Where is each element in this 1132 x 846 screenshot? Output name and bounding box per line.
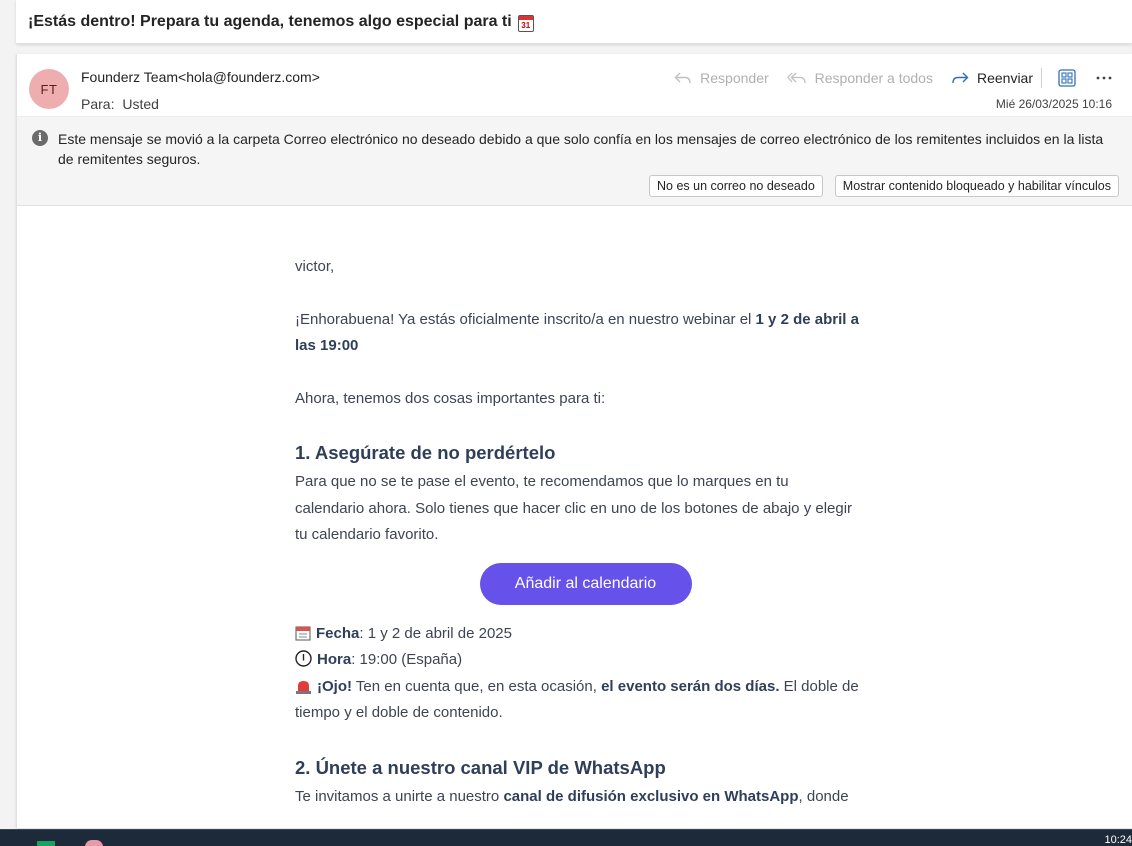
apps-button[interactable] xyxy=(1058,69,1076,87)
greeting: victor, xyxy=(295,258,335,275)
reply-button[interactable]: Responder xyxy=(674,70,769,86)
more-actions-button[interactable] xyxy=(1096,76,1112,80)
junk-banner-actions: No es un correo no deseado Mostrar conte… xyxy=(637,175,1119,197)
date-line: Fecha: 1 y 2 de abril de 2025 xyxy=(295,621,860,648)
forward-icon xyxy=(952,72,969,84)
show-blocked-content-button[interactable]: Mostrar contenido bloqueado y habilitar … xyxy=(834,175,1119,197)
junk-info-banner: i Este mensaje se movió a la carpeta Cor… xyxy=(17,116,1132,206)
toolbar-divider xyxy=(1041,68,1042,88)
paragraph-whatsapp: Te invitamos a unirte a nuestro canal de… xyxy=(295,787,849,805)
siren-icon xyxy=(296,680,311,694)
reply-all-icon xyxy=(786,72,806,84)
section-heading-1: 1. Asegúrate de no perdértelo xyxy=(295,442,556,463)
message-date: Mié 26/03/2025 10:16 xyxy=(995,97,1112,111)
paragraph-calendar: Para que no se te pase el evento, te rec… xyxy=(295,473,853,543)
reply-icon xyxy=(674,72,691,84)
to-label: Para: xyxy=(81,96,115,112)
taskbar-clock[interactable]: 10:24 xyxy=(1104,834,1132,846)
excel-app-icon[interactable] xyxy=(37,841,55,846)
apps-grid-icon xyxy=(1058,69,1076,87)
message-body: victor, ¡Enhorabuena! Ya estás oficialme… xyxy=(295,254,860,810)
paragraph-intro: Ahora, tenemos dos cosas importantes par… xyxy=(295,389,606,407)
sender-name[interactable]: Founderz Team<hola@founderz.com> xyxy=(81,69,320,85)
reply-all-button[interactable]: Responder a todos xyxy=(786,70,933,86)
cta-wrapper: Añadir al calendario xyxy=(295,562,860,605)
message-header: FT Founderz Team<hola@founderz.com> Para… xyxy=(17,54,1132,116)
recipient-line: Para: Usted xyxy=(81,96,159,112)
junk-banner-text: Este mensaje se movió a la carpeta Corre… xyxy=(58,131,1104,167)
not-junk-button[interactable]: No es un correo no deseado xyxy=(649,175,823,197)
calendar-icon xyxy=(295,626,311,640)
subject-bar: ¡Estás dentro! Prepara tu agenda, tenemo… xyxy=(16,0,1132,44)
email-subject: ¡Estás dentro! Prepara tu agenda, tenemo… xyxy=(28,12,512,30)
warning-line: ¡Ojo! Ten en cuenta que, en esta ocasión… xyxy=(295,677,859,722)
taskbar: 10:24 xyxy=(0,829,1132,846)
reading-pane: FT Founderz Team<hola@founderz.com> Para… xyxy=(16,54,1132,828)
app-icon[interactable] xyxy=(85,840,103,846)
info-icon: i xyxy=(32,130,48,146)
message-actions: Responder Responder a todos Reenviar xyxy=(656,68,1112,88)
add-to-calendar-button[interactable]: Añadir al calendario xyxy=(479,562,692,605)
calendar-emoji-icon: 31 xyxy=(517,15,534,32)
clock-icon xyxy=(295,650,312,667)
time-line: Hora: 19:00 (España) xyxy=(295,647,860,674)
avatar[interactable]: FT xyxy=(29,69,69,109)
section-heading-2: 2. Únete a nuestro canal VIP de WhatsApp xyxy=(295,756,666,778)
more-dots-icon xyxy=(1096,76,1112,80)
recipient-value[interactable]: Usted xyxy=(122,96,159,112)
forward-button[interactable]: Reenviar xyxy=(951,70,1033,86)
paragraph-congrats: ¡Enhorabuena! Ya estás oficialmente insc… xyxy=(295,310,859,355)
